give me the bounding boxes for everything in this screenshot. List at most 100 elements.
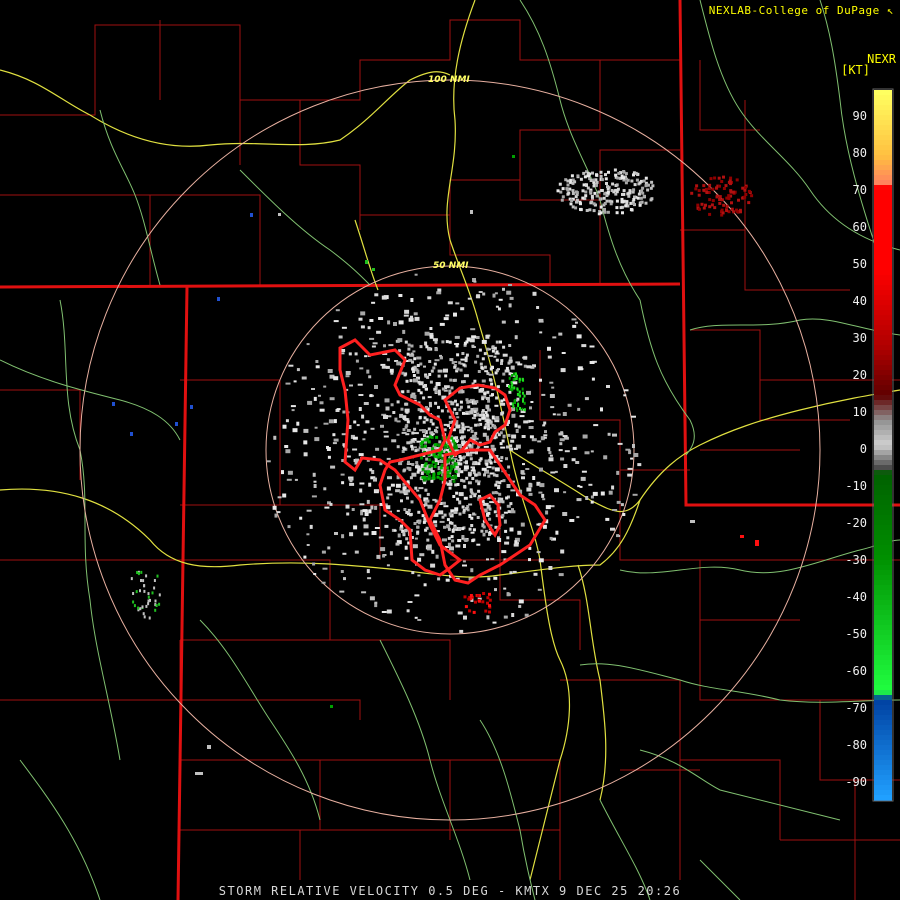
radar-echo-cell [414, 486, 418, 490]
radar-echo-cell [334, 532, 338, 535]
radar-echo-cell [488, 604, 491, 608]
radar-echo-cell [434, 429, 437, 433]
radar-echo-cell [420, 445, 424, 449]
radar-echo-cell [552, 336, 557, 339]
radar-echo-cell [490, 382, 494, 386]
radar-echo-cell [600, 491, 605, 496]
radar-echo-cell [455, 436, 459, 440]
radar-echo-cell [143, 584, 146, 588]
radar-echo-cell [632, 493, 638, 496]
radar-echo-cell [615, 183, 619, 187]
radar-echo-cell [384, 524, 389, 528]
legend-color-step [874, 730, 892, 736]
radar-echo-cell [342, 410, 346, 414]
radar-echo-cell [488, 507, 492, 511]
radar-echo-cell [642, 179, 646, 183]
radar-echo-cell [439, 520, 445, 523]
radar-echo-cell [303, 428, 309, 433]
radar-echo-cell [406, 420, 410, 424]
radar-echo-cell [511, 374, 514, 377]
radar-echo-cell [713, 176, 717, 180]
radar-echo-cell [465, 460, 468, 465]
radar-echo-cell [359, 367, 364, 370]
radar-echo-cell [522, 356, 528, 359]
legend-color-step [874, 260, 892, 266]
legend-color-step [874, 395, 892, 401]
radar-echo-cell [332, 433, 336, 437]
radar-echo-cell [632, 188, 636, 192]
radar-echo-cell [459, 629, 464, 633]
radar-echo-cell [411, 360, 414, 364]
unit-label: [KT] [841, 63, 870, 77]
radar-echo-cell [505, 366, 509, 370]
radar-echo-cell [562, 412, 567, 416]
legend-color-step [874, 790, 892, 796]
radar-echo-cell [581, 344, 587, 348]
radar-echo-cell [711, 199, 715, 203]
radar-echo-cell [319, 401, 324, 405]
radar-echo-cell [412, 374, 416, 377]
radar-echo-cell [639, 201, 643, 205]
radar-echo-cell [454, 335, 460, 339]
radar-echo-cell [414, 449, 418, 453]
legend-tick-label: 0 [860, 442, 867, 456]
radar-echo-cell [438, 440, 442, 444]
radar-echo-cell [469, 594, 473, 597]
radar-echo-cell [521, 407, 524, 411]
radar-echo-cell [560, 431, 564, 435]
radar-echo-cell [561, 352, 566, 354]
radar-echo-cell [421, 514, 425, 518]
legend-color-step [874, 370, 892, 376]
radar-echo-cell [453, 365, 457, 369]
radar-echo-cell [374, 293, 379, 297]
radar-echo-cell [485, 334, 490, 339]
radar-echo-cell [606, 210, 610, 214]
radar-echo-cell [624, 204, 628, 208]
radar-echo-cell [599, 211, 603, 215]
radar-echo-cell [452, 378, 456, 382]
radar-echo-cell [462, 363, 466, 367]
radar-echo-cell [530, 401, 534, 403]
radar-echo-cell [737, 198, 740, 202]
radar-echo-cell [609, 202, 613, 206]
radar-echo-cell [584, 190, 588, 194]
radar-echo-cell [522, 399, 524, 403]
radar-echo-cell [575, 191, 579, 195]
radar-echo-cell [589, 361, 595, 364]
radar-echo-cell [616, 470, 620, 475]
radar-echo-cell [556, 413, 561, 416]
radar-echo-cell [495, 369, 499, 373]
radar-echo-cell [342, 552, 347, 555]
radar-echo-cell [428, 474, 432, 478]
radar-echo-cell [571, 192, 575, 195]
legend-color-step [874, 440, 892, 446]
radar-echo-cell [349, 532, 354, 537]
radar-echo-cell [452, 439, 455, 443]
radar-echo-cell [207, 745, 211, 749]
radar-echo-cell [467, 297, 472, 300]
radar-echo-cell [481, 397, 485, 401]
radar-echo-cell [476, 354, 480, 358]
radar-echo-cell [509, 296, 514, 300]
radar-echo-cell [622, 189, 626, 193]
radar-echo-cell [490, 444, 495, 448]
radar-echo-cell [558, 573, 564, 577]
radar-echo-cell [558, 332, 563, 336]
legend-color-step [874, 425, 892, 431]
radar-echo-cell [727, 194, 731, 198]
radar-echo-cell [548, 566, 553, 570]
radar-echo-cell [578, 200, 582, 204]
radar-echo-cell [411, 472, 417, 477]
radar-echo-cell [427, 427, 431, 431]
radar-echo-cell [500, 399, 504, 403]
radar-echo-cell [486, 512, 489, 516]
radar-echo-cell [600, 407, 603, 412]
radar-echo-cell [345, 371, 351, 375]
radar-echo-cell [620, 503, 624, 507]
radar-echo-cell [445, 314, 450, 317]
radar-echo-cell [570, 174, 574, 178]
radar-echo-cell [359, 482, 365, 485]
radar-echo-cell [416, 530, 420, 534]
radar-echo-cell [642, 194, 646, 198]
radar-echo-cell [400, 407, 404, 411]
